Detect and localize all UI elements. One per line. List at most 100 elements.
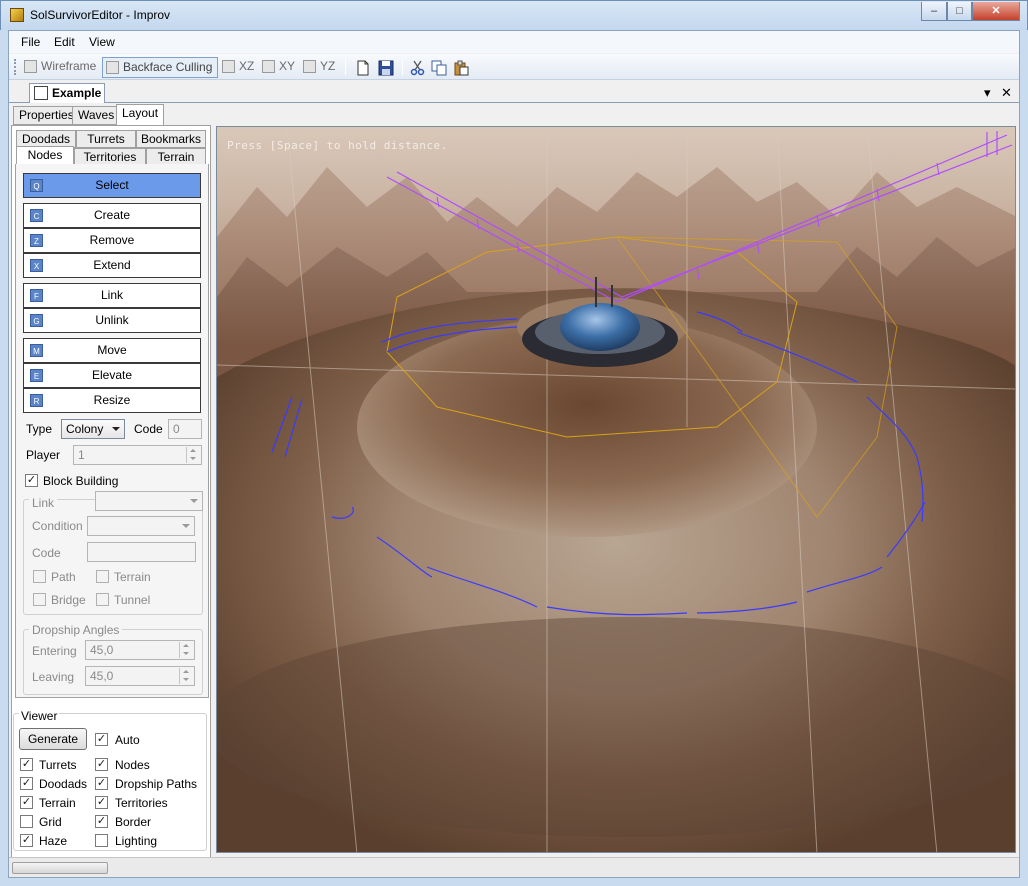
copy-icon[interactable]	[431, 60, 447, 76]
maximize-button[interactable]: □	[947, 2, 972, 21]
new-file-icon[interactable]	[355, 60, 371, 76]
tab-nodes[interactable]: Nodes	[16, 146, 74, 166]
paste-icon[interactable]	[453, 60, 469, 76]
tool-label: Select	[95, 178, 129, 192]
bridge-checkbox[interactable]	[33, 593, 46, 606]
horizontal-scrollbar[interactable]	[9, 857, 1019, 877]
link-code-field[interactable]	[87, 542, 196, 562]
tool-elevate-button[interactable]: E Elevate	[23, 363, 201, 388]
dropship-paths-checkbox[interactable]: ✓	[95, 777, 108, 790]
border-checkbox[interactable]: ✓	[95, 815, 108, 828]
hotkey-badge: Z	[30, 234, 43, 247]
path-label: Path	[51, 570, 76, 584]
tool-extend-button[interactable]: X Extend	[23, 253, 201, 278]
view-yz-button[interactable]: YZ	[300, 57, 335, 78]
close-button[interactable]: ✕	[972, 2, 1020, 21]
entering-stepper[interactable]: 45,0	[85, 640, 195, 660]
code-label: Code	[134, 422, 163, 436]
tool-resize-button[interactable]: R Resize	[23, 388, 201, 413]
hotkey-badge: R	[30, 394, 43, 407]
backface-culling-button[interactable]: Backface Culling	[102, 57, 218, 78]
xy-icon	[262, 60, 275, 73]
wireframe-button[interactable]: Wireframe	[21, 57, 96, 78]
document-dropdown-icon[interactable]: ▾	[984, 85, 991, 101]
turrets-checkbox[interactable]: ✓	[20, 758, 33, 771]
viewport-hint: Press [Space] to hold distance.	[227, 139, 448, 152]
tab-waves[interactable]: Waves	[72, 106, 121, 125]
hotkey-badge: E	[30, 369, 43, 382]
tool-select-button[interactable]: Q Select	[23, 173, 201, 198]
nodes-checkbox[interactable]: ✓	[95, 758, 108, 771]
chevron-down-icon	[182, 524, 190, 528]
tab-properties[interactable]: Properties	[13, 106, 80, 125]
terrain-checkbox[interactable]: ✓	[20, 796, 33, 809]
type-select[interactable]: Colony	[61, 419, 125, 439]
document-tab-label: Example	[52, 86, 102, 100]
backface-label: Backface Culling	[123, 60, 213, 74]
hotkey-badge: G	[30, 314, 43, 327]
save-icon[interactable]	[378, 60, 394, 76]
auto-checkbox[interactable]: ✓	[95, 733, 108, 746]
scrollbar-thumb[interactable]	[12, 862, 108, 874]
spinner-arrows-icon	[179, 668, 193, 684]
3d-viewport[interactable]: Press [Space] to hold distance.	[216, 126, 1016, 853]
window-title: SolSurvivorEditor - Improv	[30, 8, 171, 22]
document-tab-example[interactable]: Example	[29, 83, 105, 103]
doodads-checkbox[interactable]: ✓	[20, 777, 33, 790]
yz-icon	[303, 60, 316, 73]
auto-label: Auto	[115, 733, 140, 747]
tool-unlink-button[interactable]: G Unlink	[23, 308, 201, 333]
menu-bar: File Edit View	[9, 31, 1019, 53]
lighting-checkbox[interactable]	[95, 834, 108, 847]
terrain-link-checkbox[interactable]	[96, 570, 109, 583]
view-xz-button[interactable]: XZ	[219, 57, 254, 78]
toolbar-grip[interactable]	[14, 59, 17, 75]
document-icon	[34, 86, 48, 100]
player-stepper[interactable]: 1	[73, 445, 202, 465]
minimize-button[interactable]: ‒	[921, 2, 947, 21]
tool-label: Remove	[89, 233, 135, 247]
tool-create-button[interactable]: C Create	[23, 203, 201, 228]
block-building-checkbox[interactable]: ✓	[25, 474, 38, 487]
doodads-label: Doodads	[39, 777, 88, 791]
entering-label: Entering	[32, 644, 77, 658]
tab-bookmarks[interactable]: Bookmarks	[136, 130, 206, 148]
leaving-stepper[interactable]: 45,0	[85, 666, 195, 686]
tool-move-button[interactable]: M Move	[23, 338, 201, 363]
territories-checkbox[interactable]: ✓	[95, 796, 108, 809]
link-group-title: Link	[29, 496, 58, 510]
link-select[interactable]	[95, 491, 203, 511]
tab-layout[interactable]: Layout	[116, 104, 165, 126]
tool-link-button[interactable]: F Link	[23, 283, 201, 308]
tool-label: Move	[97, 343, 127, 357]
tool-remove-button[interactable]: Z Remove	[23, 228, 201, 253]
tool-label: Resize	[93, 393, 131, 407]
menu-file[interactable]: File	[21, 35, 40, 49]
menu-edit[interactable]: Edit	[54, 35, 75, 49]
grid-checkbox[interactable]	[20, 815, 33, 828]
path-checkbox[interactable]	[33, 570, 46, 583]
lighting-label: Lighting	[115, 834, 158, 848]
generate-button[interactable]: Generate	[19, 728, 87, 750]
chevron-down-icon	[112, 427, 120, 431]
title-bar: SolSurvivorEditor - Improv ‒ □ ✕	[0, 0, 1028, 30]
xz-icon	[222, 60, 235, 73]
toolbar: Wireframe Backface Culling XZ XY YZ	[9, 54, 1019, 80]
tool-label: Unlink	[95, 313, 129, 327]
code-field[interactable]: 0	[168, 419, 202, 439]
hotkey-badge: F	[30, 289, 43, 302]
document-close-icon[interactable]: ✕	[1001, 85, 1012, 101]
view-xy-button[interactable]: XY	[259, 57, 295, 78]
tool-label: Extend	[93, 258, 131, 272]
document-tab-strip: Example ▾ ✕	[9, 81, 1019, 103]
menu-view[interactable]: View	[89, 35, 115, 49]
toolbar-separator	[345, 59, 346, 75]
haze-label: Haze	[39, 834, 68, 848]
spinner-arrows-icon	[186, 447, 200, 463]
cut-icon[interactable]	[410, 60, 426, 76]
tool-label: Create	[93, 208, 131, 222]
tunnel-checkbox[interactable]	[96, 593, 109, 606]
condition-select[interactable]	[87, 516, 195, 536]
tab-turrets[interactable]: Turrets	[76, 130, 136, 148]
haze-checkbox[interactable]: ✓	[20, 834, 33, 847]
